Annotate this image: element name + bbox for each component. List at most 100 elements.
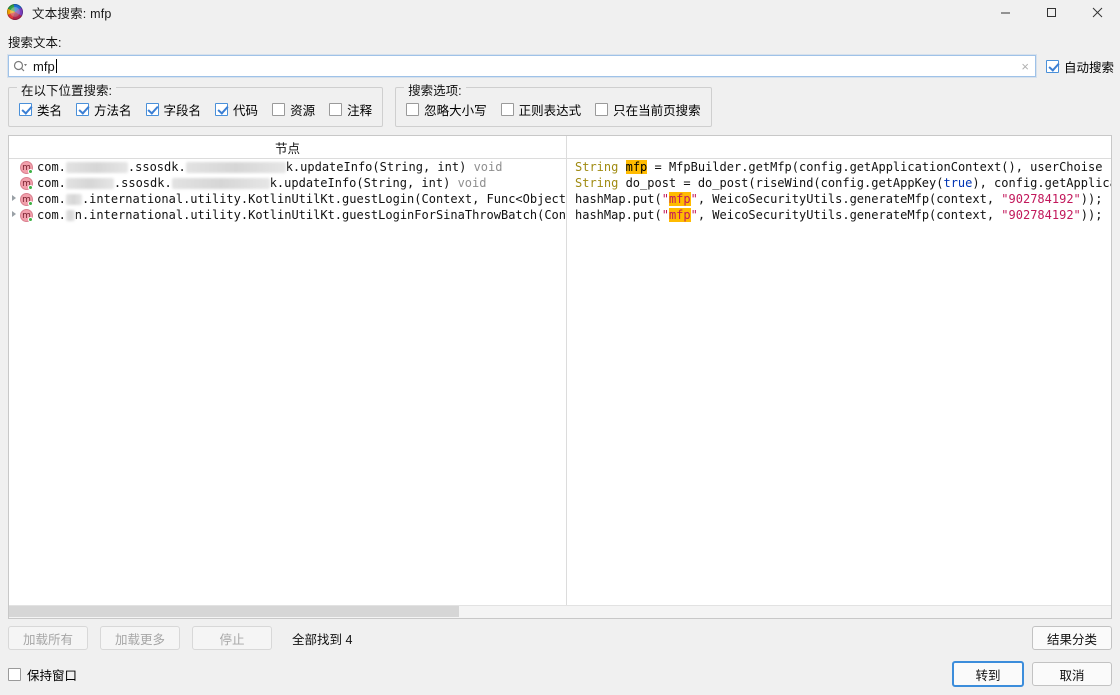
action-bar: 加载所有 加载更多 停止 全部找到 4 结果分类 bbox=[0, 619, 1120, 657]
minimize-icon[interactable] bbox=[982, 0, 1028, 24]
code-token: String bbox=[575, 160, 619, 174]
footer-bar: 保持窗口 转到 取消 bbox=[0, 657, 1120, 695]
method-icon: m bbox=[20, 192, 33, 206]
code-token: do_post = do_post(riseWind(config.getApp… bbox=[618, 176, 944, 190]
scope-groupbox: 在以下位置搜索: 类名 方法名 字段名 代码 资源 注释 bbox=[8, 80, 384, 127]
row-suffix: k.updateInfo(String, int) bbox=[269, 176, 451, 190]
table-row[interactable]: m com. .international.utility.KotlinUtil… bbox=[9, 191, 566, 207]
option-groups: 在以下位置搜索: 类名 方法名 字段名 代码 资源 注释 搜索选项: 忽略大小写… bbox=[0, 77, 1120, 127]
code-token: )); bbox=[1080, 192, 1103, 206]
code-token: "902784192" bbox=[1001, 192, 1081, 206]
scope-checkbox-field-name[interactable]: 字段名 bbox=[145, 100, 202, 119]
horizontal-scrollbar[interactable] bbox=[9, 605, 1111, 618]
row-prefix: com. bbox=[37, 160, 66, 174]
goto-button[interactable]: 转到 bbox=[952, 661, 1024, 687]
search-input[interactable]: mfp × bbox=[8, 55, 1036, 77]
stop-button[interactable]: 停止 bbox=[192, 626, 272, 650]
results-header: 节点 bbox=[9, 136, 1111, 159]
code-token: " bbox=[661, 208, 669, 222]
load-more-button[interactable]: 加载更多 bbox=[100, 626, 180, 650]
code-token: mfp bbox=[668, 192, 691, 206]
scope-checkbox-row: 类名 方法名 字段名 代码 资源 注释 bbox=[19, 100, 372, 118]
table-row[interactable]: m com. .ssosdk. k.updateInfo(String, int… bbox=[9, 159, 566, 175]
maximize-icon[interactable] bbox=[1028, 0, 1074, 24]
checkbox-label: 字段名 bbox=[163, 103, 202, 118]
row-return-type: void bbox=[457, 176, 487, 190]
checkbox-label: 方法名 bbox=[94, 103, 132, 118]
checkbox-box bbox=[76, 102, 90, 116]
cancel-button[interactable]: 取消 bbox=[1032, 662, 1112, 686]
search-row: mfp × 自动搜索 bbox=[0, 55, 1120, 77]
redacted-segment bbox=[65, 209, 75, 221]
options-group-legend: 搜索选项: bbox=[404, 80, 466, 99]
option-checkbox-ignore-case[interactable]: 忽略大小写 bbox=[406, 100, 487, 119]
checkbox-label: 注释 bbox=[347, 103, 373, 118]
checkbox-box bbox=[8, 667, 21, 681]
status-text: 全部找到 4 bbox=[292, 632, 353, 647]
code-line: hashMap.put("mfp", WeicoSecurityUtils.ge… bbox=[567, 191, 1111, 207]
redacted-segment bbox=[185, 161, 286, 173]
code-token: " bbox=[690, 192, 698, 206]
results-tree-pane[interactable]: m com. .ssosdk. k.updateInfo(String, int… bbox=[9, 159, 567, 618]
code-token: true bbox=[943, 176, 973, 190]
option-checkbox-regex[interactable]: 正则表达式 bbox=[500, 100, 581, 119]
row-prefix: com. bbox=[37, 176, 66, 190]
search-text-label: 搜索文本: bbox=[8, 36, 62, 50]
code-token: )); bbox=[1080, 208, 1103, 222]
app-colorwheel-icon bbox=[7, 4, 23, 20]
row-middle: .ssosdk. bbox=[127, 160, 186, 174]
classify-results-button[interactable]: 结果分类 bbox=[1032, 626, 1112, 650]
code-token: , WeicoSecurityUtils.generateMfp(context… bbox=[697, 208, 1002, 222]
checkbox-box bbox=[145, 102, 159, 116]
redacted-segment bbox=[171, 177, 270, 189]
row-prefix: com. bbox=[37, 208, 66, 222]
scope-checkbox-resource[interactable]: 资源 bbox=[272, 100, 315, 119]
results-body: m com. .ssosdk. k.updateInfo(String, int… bbox=[9, 159, 1111, 618]
method-icon: m bbox=[20, 208, 33, 222]
redacted-segment bbox=[65, 193, 82, 205]
text-search-dialog: 文本搜索: mfp 搜索文本: mfp × 自动搜索 在以下位置搜索: 类名 方… bbox=[0, 0, 1120, 695]
close-icon[interactable] bbox=[1074, 0, 1120, 24]
auto-search-checkbox[interactable]: 自动搜索 bbox=[1046, 57, 1114, 76]
results-code-pane[interactable]: String mfp = MfpBuilder.getMfp(config.ge… bbox=[567, 159, 1111, 618]
checkbox-label: 只在当前页搜索 bbox=[613, 103, 701, 118]
checkbox-box bbox=[272, 102, 286, 116]
horizontal-scrollbar-thumb[interactable] bbox=[9, 606, 459, 617]
checkbox-box bbox=[215, 102, 229, 116]
expander-icon[interactable] bbox=[11, 191, 20, 207]
option-checkbox-current-page-only[interactable]: 只在当前页搜索 bbox=[595, 100, 701, 119]
column-header-code[interactable] bbox=[567, 136, 1111, 158]
checkbox-box bbox=[406, 102, 420, 116]
scope-checkbox-method-name[interactable]: 方法名 bbox=[76, 100, 132, 119]
keep-window-checkbox[interactable]: 保持窗口 bbox=[8, 665, 77, 684]
window-title: 文本搜索: mfp bbox=[32, 6, 112, 21]
clear-icon[interactable]: × bbox=[1021, 60, 1029, 73]
redacted-segment bbox=[65, 177, 114, 189]
scope-checkbox-comment[interactable]: 注释 bbox=[329, 100, 372, 119]
table-row[interactable]: m com. .ssosdk. k.updateInfo(String, int… bbox=[9, 175, 566, 191]
code-line: String mfp = MfpBuilder.getMfp(config.ge… bbox=[567, 159, 1111, 175]
expander-icon bbox=[11, 175, 20, 191]
checkbox-box bbox=[19, 102, 32, 116]
scope-checkbox-class-name[interactable]: 类名 bbox=[19, 100, 62, 119]
expander-icon[interactable] bbox=[11, 207, 20, 223]
code-line: hashMap.put("mfp", WeicoSecurityUtils.ge… bbox=[567, 207, 1111, 223]
scope-checkbox-code[interactable]: 代码 bbox=[215, 100, 258, 119]
search-icon bbox=[13, 60, 27, 73]
text-caret bbox=[55, 59, 57, 73]
column-header-node[interactable]: 节点 bbox=[9, 136, 567, 158]
code-token: mfp bbox=[668, 208, 691, 222]
method-icon: m bbox=[20, 160, 33, 174]
load-all-button[interactable]: 加载所有 bbox=[8, 626, 88, 650]
code-token: mfp bbox=[625, 160, 648, 174]
redacted-segment bbox=[65, 161, 128, 173]
checkbox-label: 类名 bbox=[37, 103, 63, 118]
code-line: String do_post = do_post(riseWind(config… bbox=[567, 175, 1111, 191]
row-suffix: .international.utility.KotlinUtilKt.gues… bbox=[81, 192, 566, 206]
table-row[interactable]: m com. n.international.utility.KotlinUti… bbox=[9, 207, 566, 223]
row-prefix: com. bbox=[37, 192, 66, 206]
checkbox-label: 忽略大小写 bbox=[424, 103, 487, 118]
window-controls bbox=[982, 0, 1120, 24]
checkbox-box bbox=[500, 102, 514, 116]
code-token: hashMap.put( bbox=[575, 208, 662, 222]
